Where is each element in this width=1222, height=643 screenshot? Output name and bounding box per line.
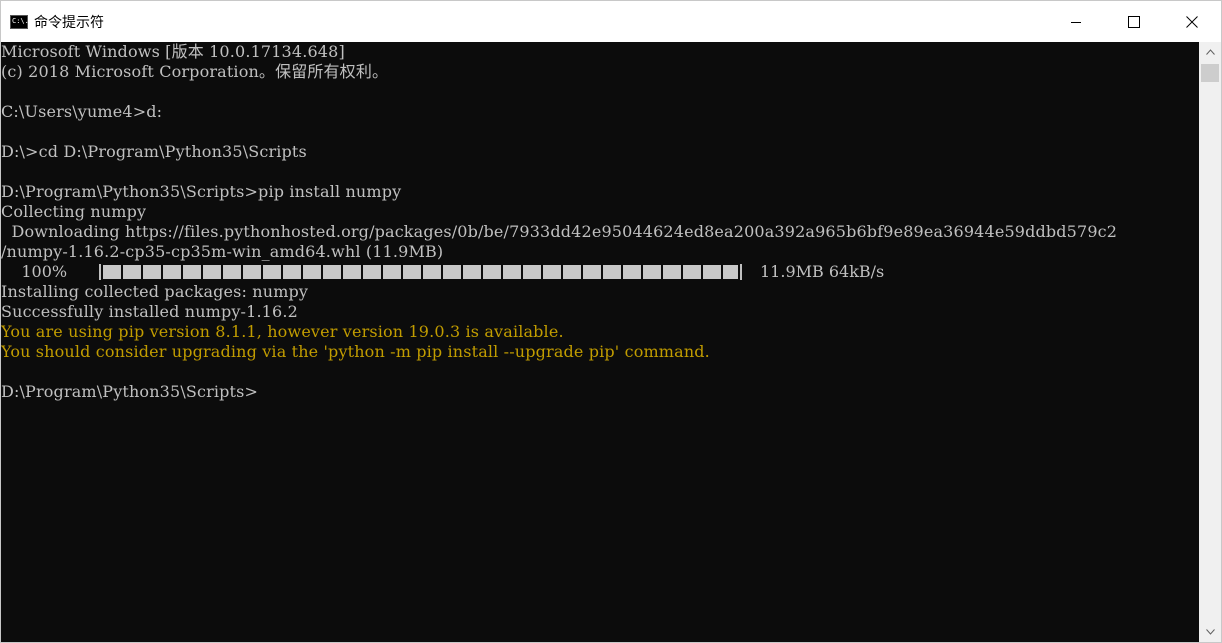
- console-line: /numpy-1.16.2-cp35-cp35m-win_amd64.whl (…: [1, 242, 444, 261]
- close-button[interactable]: [1163, 1, 1221, 42]
- progress-fill: [103, 265, 738, 279]
- pip-warning-line: You should consider upgrading via the 'p…: [1, 342, 710, 361]
- cmd-app-icon-label: C:\.: [12, 16, 29, 25]
- console-line: Microsoft Windows [版本 10.0.17134.648]: [1, 42, 345, 61]
- console-line: C:\Users\yume4>d:: [1, 102, 163, 121]
- cmd-app-icon[interactable]: C:\.: [10, 14, 29, 29]
- close-icon: [1186, 15, 1198, 28]
- minimize-icon: [1071, 21, 1081, 23]
- cmd-window: C:\. 命令提示符 Microsoft Windows [版本 10.0.17…: [0, 0, 1222, 643]
- minimize-button[interactable]: [1047, 1, 1105, 42]
- scroll-up-button[interactable]: [1199, 42, 1221, 62]
- progress-percent: 100%: [1, 262, 68, 281]
- chevron-up-icon: [1205, 49, 1215, 55]
- progress-rate: 11.9MB 64kB/s: [760, 262, 885, 281]
- console-line: (c) 2018 Microsoft Corporation。保留所有权利。: [1, 62, 389, 81]
- command-prompt[interactable]: D:\Program\Python35\Scripts>: [1, 382, 258, 402]
- console-line: Downloading https://files.pythonhosted.o…: [1, 222, 1118, 241]
- progress-bar: [99, 264, 742, 280]
- pip-warning-line: You are using pip version 8.1.1, however…: [1, 322, 564, 341]
- vertical-scrollbar[interactable]: [1199, 42, 1221, 642]
- maximize-icon: [1128, 15, 1140, 28]
- console-output[interactable]: Microsoft Windows [版本 10.0.17134.648] (c…: [1, 42, 1199, 642]
- window-title: 命令提示符: [34, 14, 104, 31]
- console-line: D:\>cd D:\Program\Python35\Scripts: [1, 142, 307, 161]
- title-bar[interactable]: C:\. 命令提示符: [1, 1, 1221, 42]
- window-controls: [1047, 1, 1221, 42]
- scroll-down-button[interactable]: [1199, 622, 1221, 642]
- console-line: Installing collected packages: numpy: [1, 282, 309, 301]
- console-line: D:\Program\Python35\Scripts>pip install …: [1, 182, 402, 201]
- console-line: Collecting numpy: [1, 202, 147, 221]
- chevron-down-icon: [1205, 629, 1215, 635]
- download-progress: 100% 11.9MB 64kB/s: [1, 262, 884, 282]
- scroll-thumb[interactable]: [1201, 64, 1219, 82]
- maximize-button[interactable]: [1105, 1, 1163, 42]
- console-line: Successfully installed numpy-1.16.2: [1, 302, 298, 321]
